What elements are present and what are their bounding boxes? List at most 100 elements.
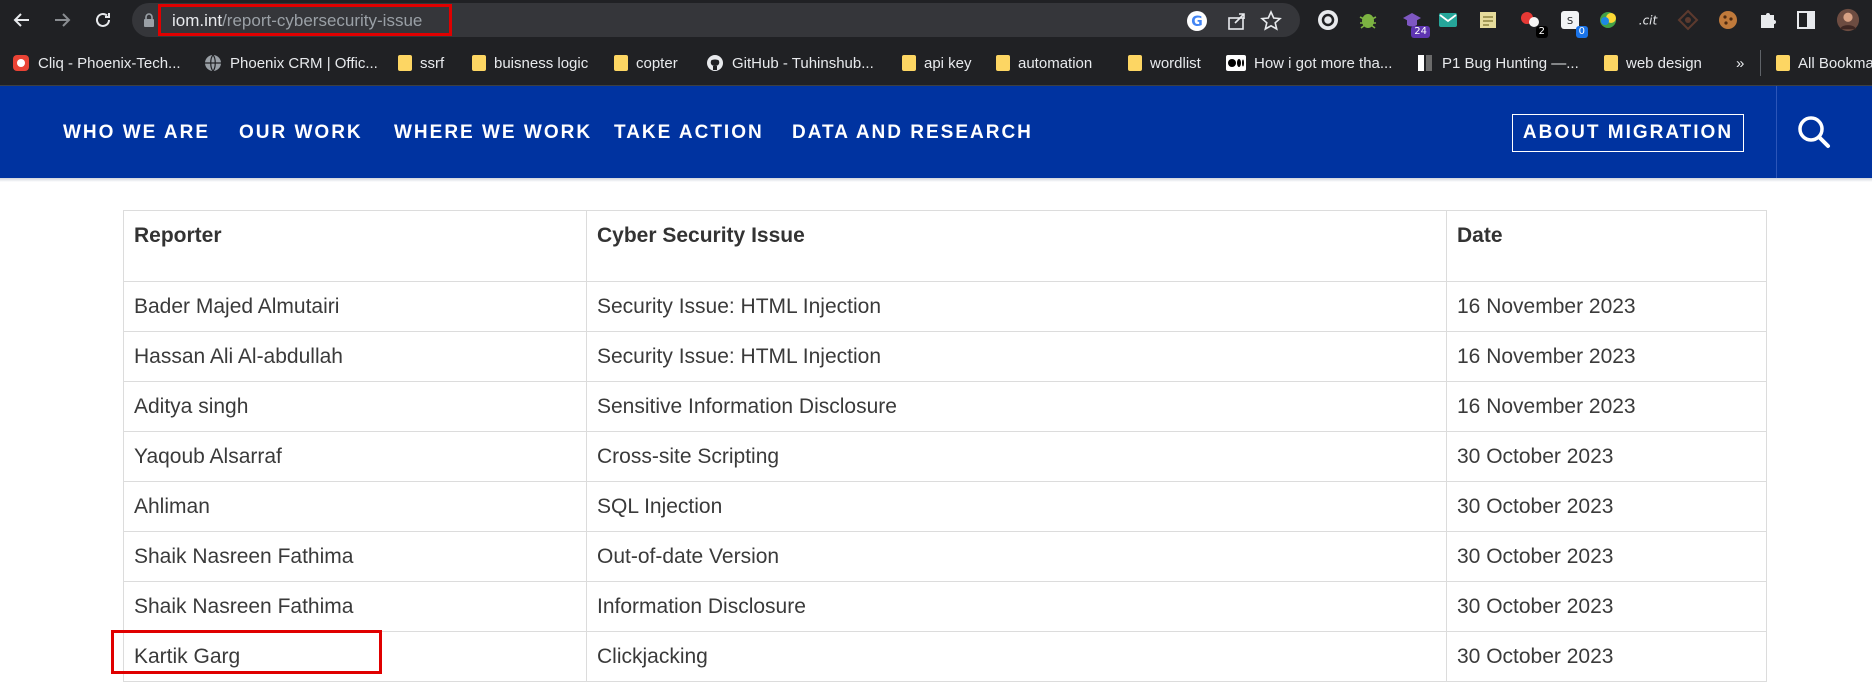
medium-icon	[1226, 55, 1246, 71]
issue-cell: Cross-site Scripting	[586, 431, 1447, 482]
reporter-cell: Yaqoub Alsarraf	[123, 431, 587, 482]
table-row: Shaik Nasreen Fathima Information Disclo…	[123, 581, 1767, 632]
forward-button[interactable]	[48, 6, 76, 34]
issue-cell: Clickjacking	[586, 631, 1447, 682]
cliq-icon	[13, 55, 29, 71]
color-icon[interactable]	[1596, 8, 1620, 32]
search-icon[interactable]	[1796, 114, 1832, 150]
svg-text:G: G	[1191, 14, 1203, 30]
folder-icon	[1776, 55, 1790, 71]
folder-icon	[1128, 55, 1142, 71]
mail-icon[interactable]	[1436, 8, 1460, 32]
overflow-chevron-icon: »	[1736, 54, 1745, 72]
nav-our-work[interactable]: OUR WORK	[239, 122, 363, 144]
nav-data-and-research[interactable]: DATA AND RESEARCH	[792, 122, 1033, 144]
date-cell: 16 November 2023	[1446, 331, 1767, 382]
bookmark-label: automation	[1018, 54, 1093, 72]
issue-cell: Information Disclosure	[586, 581, 1447, 632]
bookmark-label: buisness logic	[494, 54, 589, 72]
bookmark-label: wordlist	[1150, 54, 1201, 72]
date-cell: 30 October 2023	[1446, 481, 1767, 532]
bookmark-github[interactable]: GitHub - Tuhinshub...	[706, 52, 874, 74]
bookmark-phoenix-crm[interactable]: Phoenix CRM | Offic...	[204, 52, 378, 74]
reload-icon	[96, 12, 110, 27]
lock-icon	[144, 13, 154, 27]
folder-icon	[1604, 55, 1618, 71]
shop-icon[interactable]: 2	[1518, 8, 1548, 38]
reporter-cell: Ahliman	[123, 481, 587, 532]
puzzle-icon[interactable]	[1756, 8, 1780, 32]
reporter-cell: Hassan Ali Al-abdullah	[123, 331, 587, 382]
target-icon[interactable]	[1676, 8, 1700, 32]
nav-who-we-are[interactable]: WHO WE ARE	[63, 122, 210, 144]
reporter-cell: Shaik Nasreen Fathima	[123, 581, 587, 632]
bookmark-copter[interactable]: copter	[614, 52, 678, 74]
back-arrow-icon	[13, 13, 29, 27]
bookmark-medium[interactable]: How i got more tha...	[1226, 52, 1392, 74]
table-row: Hassan Ali Al-abdullah Security Issue: H…	[123, 331, 1767, 382]
folder-icon	[996, 55, 1010, 71]
header-issue: Cyber Security Issue	[586, 210, 1447, 282]
bookmark-buisness-logic[interactable]: buisness logic	[472, 52, 588, 74]
bookmark-wordlist[interactable]: wordlist	[1128, 52, 1201, 74]
bookmark-web-design[interactable]: web design	[1604, 52, 1702, 74]
issue-cell: Out-of-date Version	[586, 531, 1447, 582]
site-navigation: WHO WE ARE OUR WORK WHERE WE WORK TAKE A…	[0, 86, 1872, 178]
reporter-highlight-box	[111, 630, 382, 674]
date-cell: 30 October 2023	[1446, 631, 1767, 682]
issue-cell: Sensitive Information Disclosure	[586, 381, 1447, 432]
note-icon[interactable]	[1476, 8, 1500, 32]
bookmark-label: How i got more tha...	[1254, 54, 1393, 72]
bookmark-label: Cliq - Phoenix-Tech...	[38, 54, 181, 72]
avatar[interactable]	[1836, 8, 1860, 32]
address-bar[interactable]: iom.int/report-cybersecurity-issue G	[132, 3, 1300, 37]
all-bookmarks-button[interactable]: All Bookma	[1776, 52, 1872, 74]
url-highlight-box	[158, 4, 452, 36]
star-icon[interactable]	[1260, 10, 1282, 32]
date-cell: 30 October 2023	[1446, 531, 1767, 582]
bug-icon[interactable]	[1356, 8, 1380, 32]
reporter-cell: Shaik Nasreen Fathima	[123, 531, 587, 582]
bookmark-label: P1 Bug Hunting —...	[1442, 54, 1579, 72]
folder-icon	[902, 55, 916, 71]
bookmark-label: GitHub - Tuhinshub...	[732, 54, 874, 72]
date-cell: 30 October 2023	[1446, 431, 1767, 482]
grammarly-icon[interactable]	[1316, 8, 1340, 32]
table-row: Ahliman SQL Injection 30 October 2023	[123, 481, 1767, 532]
translate-icon[interactable]: S0	[1558, 8, 1588, 38]
issue-cell: SQL Injection	[586, 481, 1447, 532]
about-migration-button[interactable]: ABOUT MIGRATION	[1512, 114, 1744, 152]
table-row: Shaik Nasreen Fathima Out-of-date Versio…	[123, 531, 1767, 582]
sidepanel-icon[interactable]	[1794, 8, 1818, 32]
share-icon[interactable]	[1226, 10, 1248, 32]
bookmark-label: Phoenix CRM | Offic...	[230, 54, 378, 72]
browser-toolbar: iom.int/report-cybersecurity-issue G 24 …	[0, 0, 1872, 40]
nav-where-we-work[interactable]: WHERE WE WORK	[394, 122, 592, 144]
back-button[interactable]	[8, 6, 36, 34]
dot-icon[interactable]: .cit	[1636, 8, 1660, 32]
bookmark-label: web design	[1626, 54, 1702, 72]
bookmark-automation[interactable]: automation	[996, 52, 1092, 74]
hat-icon[interactable]: 24	[1400, 8, 1430, 38]
reload-button[interactable]	[89, 6, 117, 34]
bookmarks-bar: Cliq - Phoenix-Tech... Phoenix CRM | Off…	[0, 40, 1872, 86]
bookmark-label: api key	[924, 54, 972, 72]
bookmark-p1-bug-hunting[interactable]: P1 Bug Hunting —...	[1416, 52, 1579, 74]
bookmark-cliq[interactable]: Cliq - Phoenix-Tech...	[12, 52, 181, 74]
bookmark-ssrf[interactable]: ssrf	[398, 52, 444, 74]
svg-text:.cit: .cit	[1639, 14, 1659, 28]
bookmark-api-key[interactable]: api key	[902, 52, 972, 74]
date-cell: 16 November 2023	[1446, 281, 1767, 332]
cookie-icon[interactable]	[1716, 8, 1740, 32]
table-row: Bader Majed Almutairi Security Issue: HT…	[123, 281, 1767, 332]
page-icon	[1418, 55, 1432, 71]
bookmarks-overflow-button[interactable]: »	[1736, 52, 1744, 74]
folder-icon	[398, 55, 412, 71]
bookmark-label: ssrf	[420, 54, 445, 72]
google-icon[interactable]: G	[1186, 10, 1208, 32]
nav-take-action[interactable]: TAKE ACTION	[614, 122, 764, 144]
issue-cell: Security Issue: HTML Injection	[586, 281, 1447, 332]
nav-divider	[1776, 86, 1777, 178]
svg-text:S: S	[1567, 16, 1573, 27]
reporter-cell: Aditya singh	[123, 381, 587, 432]
